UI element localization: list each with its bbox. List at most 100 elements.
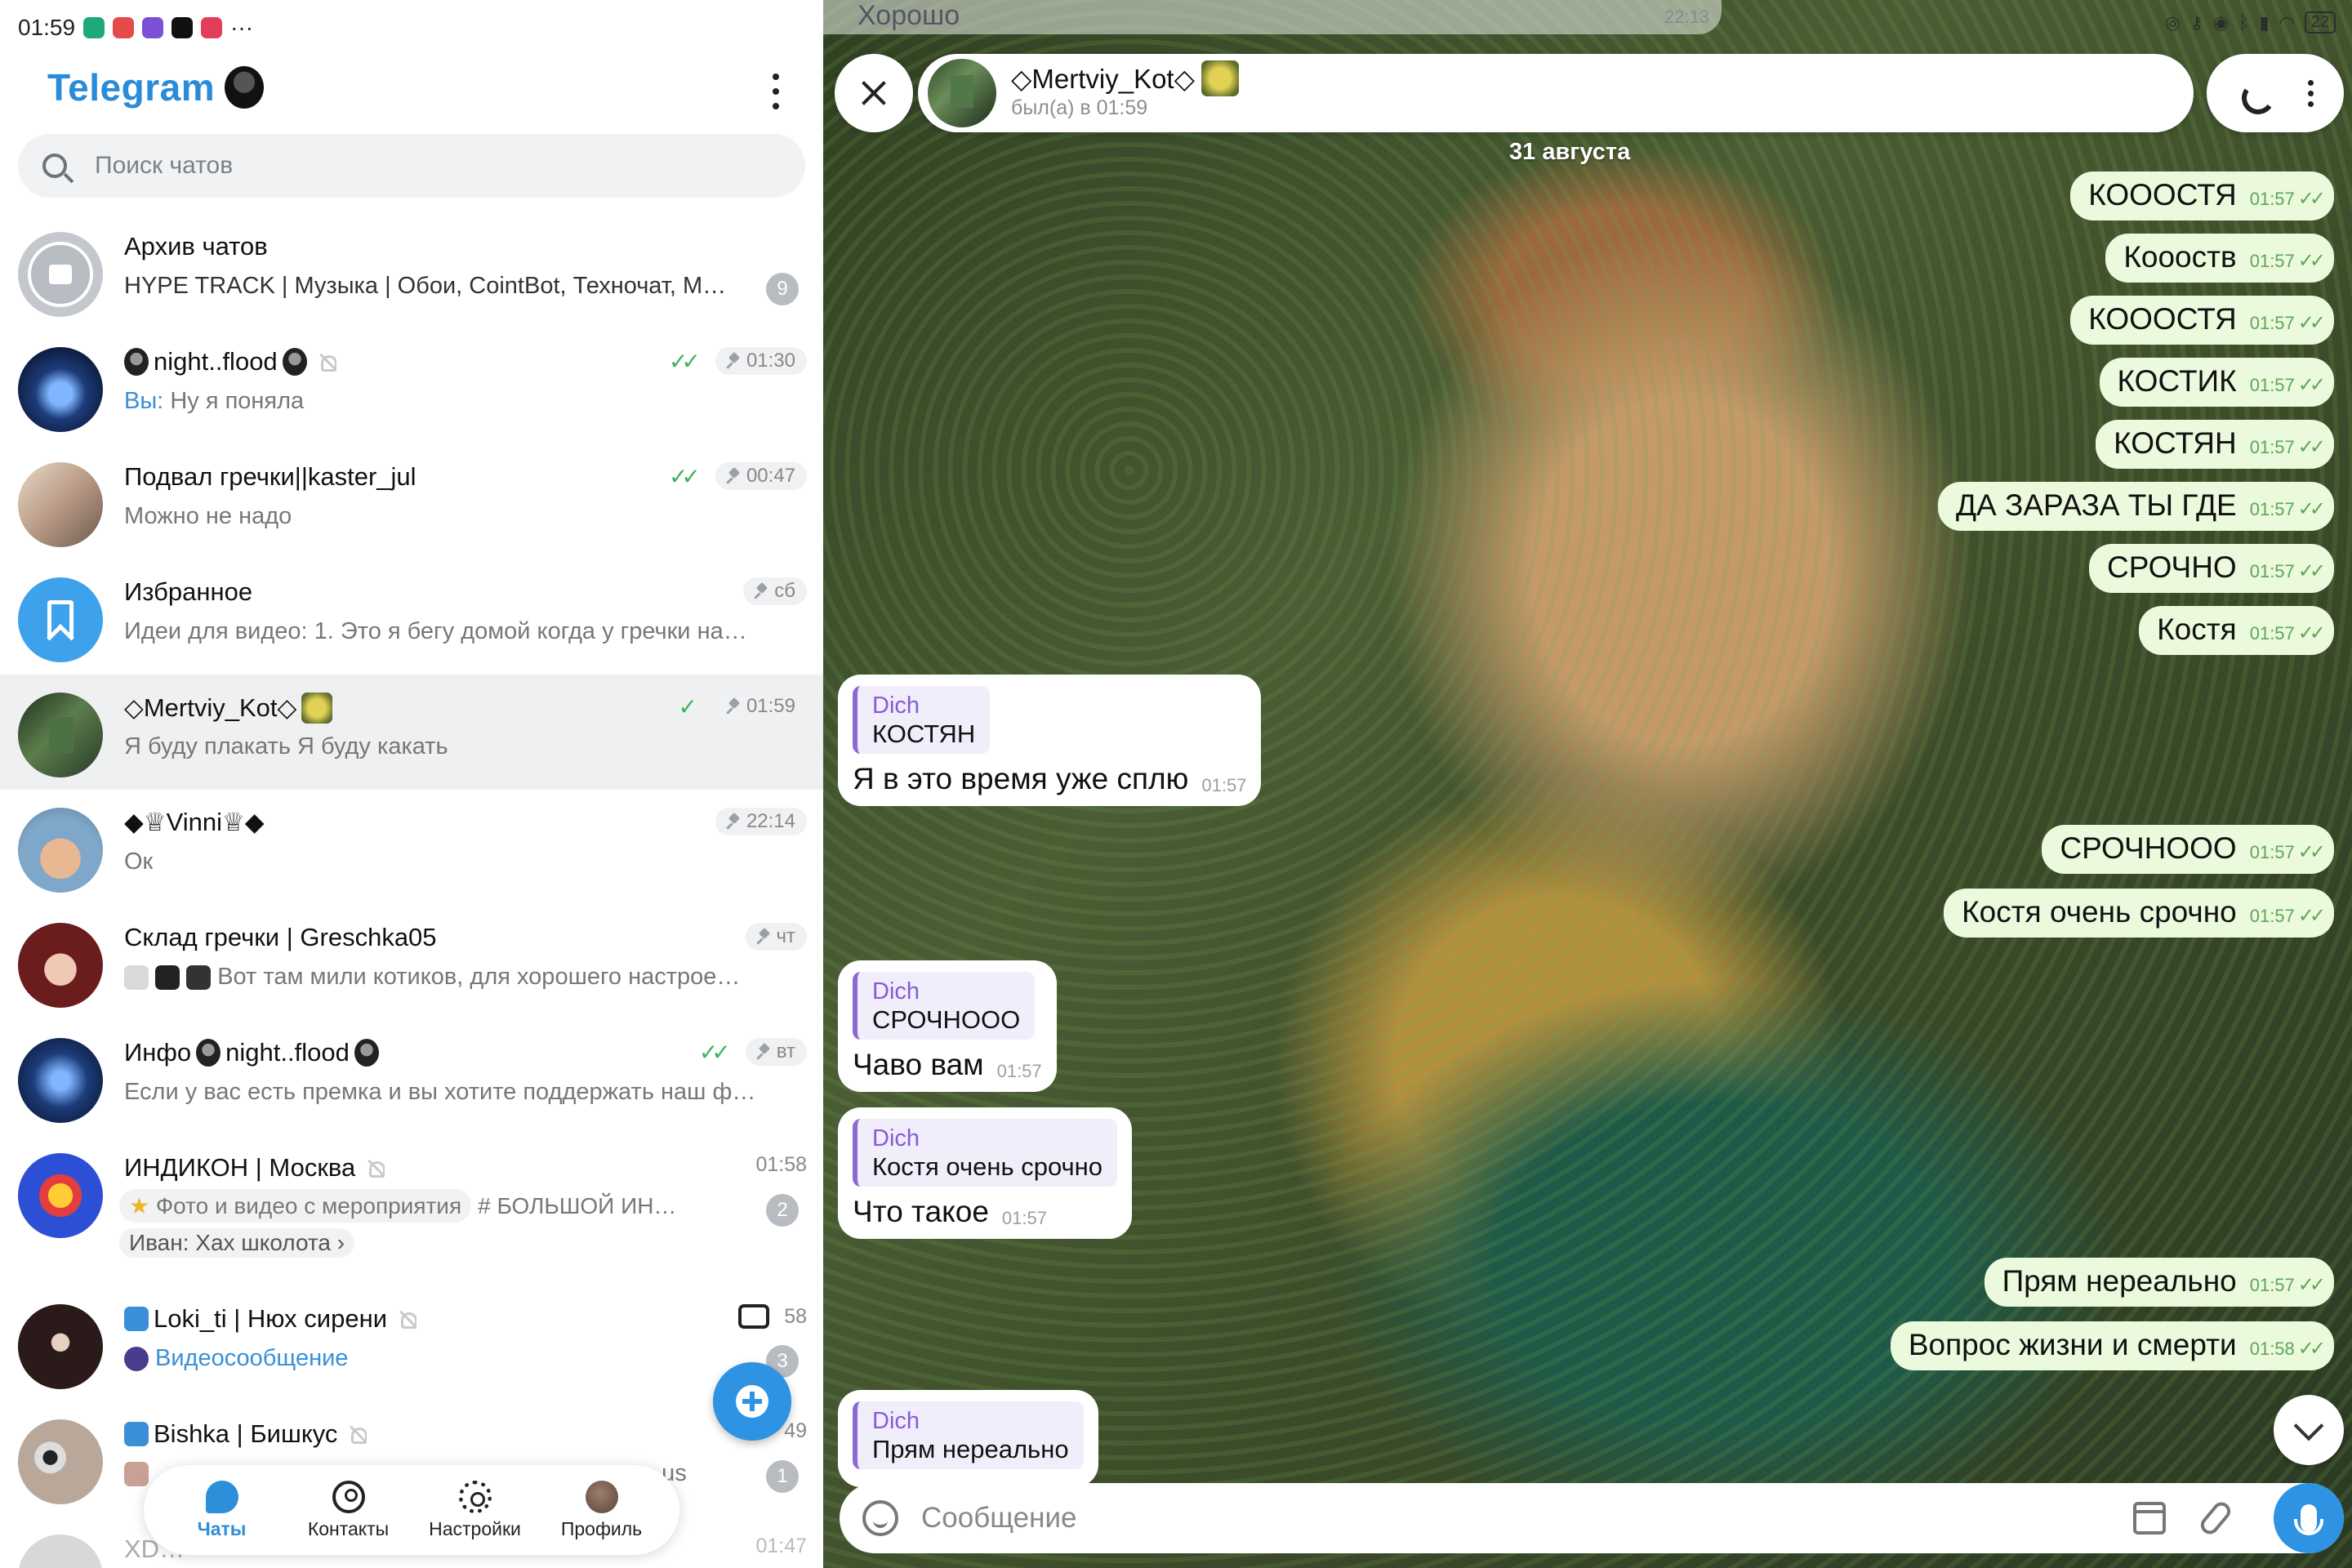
chat-item-archive[interactable]: Архив чатов HYPE TRACK | Музыка | Обои, …: [0, 214, 823, 329]
chat-time: 01:47: [755, 1535, 807, 1557]
chat-meta: 01:58: [755, 1153, 807, 1177]
topic-tag[interactable]: ★ Фото и видео с мероприятия: [119, 1189, 472, 1223]
incoming-message[interactable]: Dich КОСТЯН Я в это время уже сплю 01:57: [838, 675, 1262, 806]
schedule-icon[interactable]: [2133, 1502, 2166, 1535]
new-message-button[interactable]: [713, 1362, 791, 1441]
message-time: 01:57: [2249, 188, 2295, 209]
app-root: 01:59 ··· Telegram Поиск чатов Архив чат…: [0, 0, 2352, 1568]
incoming-message[interactable]: Dich Прям нереально: [838, 1390, 1098, 1487]
outgoing-message[interactable]: КОСТИК 01:57 ✓✓: [2099, 358, 2334, 407]
sent-receipt-icon: ✓: [678, 693, 697, 719]
quote-text: Костя очень срочно: [872, 1152, 1103, 1181]
message-text: КОООСТЯ: [2088, 302, 2237, 336]
outgoing-message[interactable]: Костя 01:57 ✓✓: [2139, 606, 2334, 655]
menu-icon[interactable]: [764, 74, 788, 109]
pin-icon: [727, 814, 742, 829]
chat-item-forum[interactable]: ИНДИКОН | Москва 01:58 ★ Фото и видео с …: [0, 1135, 823, 1286]
search-icon: [42, 154, 67, 178]
chat-item-active[interactable]: ◇Mertviy_Kot◇ Я буду плакать Я буду кака…: [0, 675, 823, 790]
message-time: 01:58: [2249, 1338, 2295, 1359]
incoming-message[interactable]: Dich Костя очень срочно Что такое 01:57: [838, 1107, 1133, 1239]
outgoing-message[interactable]: ДА ЗАРАЗА ТЫ ГДЕ 01:57 ✓✓: [1937, 482, 2334, 531]
chat-item[interactable]: night..flood Вы: Ну я поняла ✓✓ 01:30: [0, 329, 823, 444]
message-meta: 01:57 ✓✓: [2250, 435, 2326, 459]
media-thumb: [186, 965, 212, 991]
outgoing-message[interactable]: КОООСТЯ 01:57 ✓✓: [2070, 172, 2334, 220]
tiktok-icon: [172, 17, 194, 38]
chat-avatar: [18, 1304, 103, 1389]
message-meta: 01:57 ✓✓: [2250, 311, 2326, 335]
contact-name: ◇Mertviy_Kot◇: [1011, 60, 1239, 96]
pin-icon: [727, 469, 742, 483]
account-avatar[interactable]: [225, 66, 265, 109]
emoji-icon[interactable]: [862, 1500, 898, 1536]
outgoing-message[interactable]: Вопрос жизни и смерти 01:58 ✓✓: [1890, 1321, 2334, 1370]
quote-text: Прям нереально: [872, 1435, 1069, 1463]
close-button[interactable]: [835, 54, 913, 132]
chat-meta: ✓ 01:59: [678, 693, 807, 720]
gear-icon: [458, 1480, 492, 1513]
incoming-message[interactable]: Dich СРОЧНООО Чаво вам 01:57: [838, 960, 1057, 1092]
chat-preview: Можно не надо: [124, 503, 292, 529]
chat-item[interactable]: Подвал гречки||kaster_jul Можно не надо …: [0, 444, 823, 559]
attach-icon[interactable]: [2197, 1499, 2234, 1538]
message-text: ДА ЗАРАЗА ТЫ ГДЕ: [1955, 488, 2237, 522]
read-receipt-icon: ✓✓: [2297, 312, 2326, 334]
previous-message: Хорошо 22:13: [823, 0, 1722, 34]
message-meta: 01:57 ✓✓: [2249, 249, 2326, 273]
camera-icon[interactable]: [738, 1304, 770, 1329]
bluetooth-icon: ᛒ: [2238, 11, 2250, 33]
message-input[interactable]: Сообщение: [921, 1502, 2133, 1535]
search-bar[interactable]: Поиск чатов: [18, 134, 805, 198]
outgoing-message[interactable]: СРОЧНООО 01:57 ✓✓: [2042, 825, 2334, 874]
chat-item[interactable]: Инфо night..flood Если у вас есть премка…: [0, 1020, 823, 1135]
scroll-down-button[interactable]: [2274, 1395, 2344, 1465]
tab-chats[interactable]: Чаты: [161, 1480, 283, 1540]
phone-icon[interactable]: [2237, 77, 2270, 109]
reply-quote[interactable]: Dich Прям нереально: [853, 1401, 1084, 1469]
chat-meta: 58: [738, 1304, 807, 1329]
message-time: 01:57: [2249, 250, 2295, 271]
more-icon[interactable]: [2307, 79, 2314, 107]
chat-item[interactable]: ◆♕Vinni♕◆ Ок 22:14: [0, 790, 823, 905]
chat-item-saved[interactable]: Избранное Идеи для видео: 1. Это я бегу …: [0, 559, 823, 675]
tab-contacts[interactable]: Контакты: [287, 1480, 410, 1540]
read-receipt-icon: ✓✓: [2297, 374, 2326, 396]
app-header: Telegram: [47, 65, 265, 109]
sticker-icon: [354, 1039, 379, 1067]
outgoing-message[interactable]: Костя очень срочно 01:57 ✓✓: [1944, 889, 2334, 938]
outgoing-message[interactable]: Прям нереально 01:57 ✓✓: [1984, 1258, 2334, 1307]
outgoing-message[interactable]: КОООСТЯ 01:57 ✓✓: [2070, 296, 2334, 345]
media-thumb: [124, 965, 149, 991]
message-time: 01:57: [2249, 1274, 2295, 1295]
read-receipt-icon: ✓✓: [2297, 560, 2326, 582]
message-text: Я в это время уже сплю: [853, 762, 1189, 795]
chat-title: Bishka | Бишкус: [124, 1419, 368, 1449]
quote-author: Dich: [872, 978, 920, 1004]
reply-quote[interactable]: Dich Костя очень срочно: [853, 1119, 1118, 1187]
notification-icon: [201, 17, 223, 38]
reply-quote[interactable]: Dich СРОЧНООО: [853, 972, 1036, 1040]
outgoing-message[interactable]: СРОЧНО 01:57 ✓✓: [2089, 544, 2334, 593]
topic-tag[interactable]: # БОЛЬШОЙ ИН…: [478, 1193, 676, 1219]
reply-quote[interactable]: Dich КОСТЯН: [853, 686, 991, 754]
outgoing-message[interactable]: Коооств 01:57 ✓✓: [2105, 234, 2334, 283]
outgoing-message[interactable]: КОСТЯН 01:57 ✓✓: [2096, 420, 2334, 469]
search-input[interactable]: Поиск чатов: [95, 152, 233, 180]
chat-header[interactable]: ◇Mertviy_Kot◇ был(а) в 01:59: [918, 54, 2194, 132]
message-meta: 01:57 ✓✓: [2250, 904, 2326, 928]
quote-author: Dich: [872, 1125, 920, 1152]
bookmark-icon: [18, 577, 103, 662]
message-time: 01:57: [1201, 775, 1247, 795]
chat-item[interactable]: Склад гречки | Greschka05 Вот там мили к…: [0, 905, 823, 1020]
tab-label: Контакты: [307, 1517, 390, 1539]
chat-preview: Видеосообщение: [124, 1345, 786, 1372]
voice-record-button[interactable]: [2274, 1483, 2344, 1553]
tab-profile[interactable]: Профиль: [541, 1480, 663, 1540]
contacts-icon: [332, 1480, 365, 1513]
tab-settings[interactable]: Настройки: [414, 1480, 537, 1540]
chat-title: ◆♕Vinni♕◆: [124, 808, 265, 836]
forum-topics: ★ Фото и видео с мероприятия # БОЛЬШОЙ И…: [119, 1189, 676, 1223]
contact-avatar[interactable]: [928, 59, 996, 127]
chat-item[interactable]: Loki_ti | Нюх сирени Видеосообщение 58 3: [0, 1286, 823, 1401]
